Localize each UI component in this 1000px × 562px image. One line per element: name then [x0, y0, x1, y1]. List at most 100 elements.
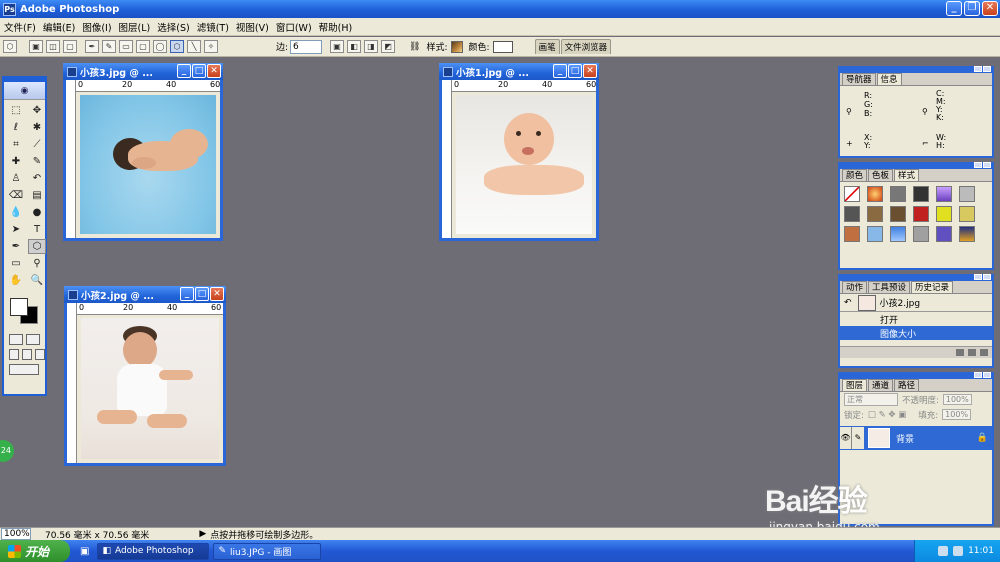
freeform-pen-icon[interactable]: ✎: [102, 40, 116, 53]
panel-minimize-icon[interactable]: [974, 162, 982, 168]
menu-edit[interactable]: 编辑(E): [43, 20, 82, 34]
tab-paths[interactable]: 路径: [894, 379, 920, 391]
hand-tool-icon[interactable]: ✋: [7, 273, 25, 288]
pen-tool-icon[interactable]: ✒: [7, 239, 25, 254]
layer-row-background[interactable]: 👁 ✎ 背景 🔒: [840, 426, 992, 450]
combine-subtract-icon[interactable]: ◧: [347, 40, 362, 53]
new-snapshot-icon[interactable]: [968, 349, 976, 356]
marquee-tool-icon[interactable]: ⬚: [7, 103, 25, 118]
menu-image[interactable]: 图像(I): [82, 20, 118, 34]
trash-icon[interactable]: [980, 349, 988, 356]
move-tool-icon[interactable]: ✥: [28, 103, 46, 118]
style-swatch[interactable]: [959, 226, 975, 242]
style-swatch[interactable]: [867, 226, 883, 242]
style-swatch[interactable]: [844, 186, 860, 202]
panel-minimize-icon[interactable]: [974, 372, 982, 378]
custom-shape-icon[interactable]: ✧: [204, 40, 218, 53]
network-icon[interactable]: [938, 546, 949, 556]
new-shape-layer-button[interactable]: ▣: [29, 40, 43, 53]
style-swatch[interactable]: [936, 206, 952, 222]
tab-info[interactable]: 信息: [876, 73, 902, 85]
style-swatch[interactable]: [450, 40, 463, 53]
zoom-tool-icon[interactable]: 🔍: [28, 273, 46, 288]
menu-filter[interactable]: 滤镜(T): [197, 20, 236, 34]
jump-to-imageready-button[interactable]: [9, 364, 39, 375]
image-canvas[interactable]: [80, 95, 216, 234]
panel-minimize-icon[interactable]: [974, 66, 982, 72]
magic-wand-icon[interactable]: ✱: [28, 120, 46, 135]
type-tool-icon[interactable]: T: [28, 222, 46, 237]
tool-preset-picker[interactable]: ⬡: [3, 40, 17, 53]
standard-mode-button[interactable]: [9, 334, 23, 345]
style-swatch[interactable]: [867, 186, 883, 202]
slice-tool-icon[interactable]: ⟋: [28, 137, 46, 152]
combine-intersect-icon[interactable]: ◨: [364, 40, 379, 53]
history-item[interactable]: 打开: [840, 312, 992, 326]
menu-window[interactable]: 窗口(W): [276, 20, 319, 34]
well-tab-brushes[interactable]: 画笔: [534, 39, 560, 54]
dodge-tool-icon[interactable]: ●: [28, 205, 46, 220]
panel-close-icon[interactable]: [983, 372, 991, 378]
doc-close-button[interactable]: ✕: [207, 64, 221, 78]
history-brush-icon[interactable]: ↶: [28, 171, 46, 186]
link-icon[interactable]: ⛓: [409, 42, 420, 52]
eyedropper-icon[interactable]: ⚲: [28, 256, 46, 271]
style-swatch[interactable]: [936, 226, 952, 242]
pen-tool-icon[interactable]: ✒: [85, 40, 99, 53]
style-swatch[interactable]: [959, 206, 975, 222]
panel-minimize-icon[interactable]: [974, 274, 982, 280]
image-canvas[interactable]: [456, 95, 592, 234]
doc-maximize-button[interactable]: □: [192, 64, 206, 78]
visibility-eye-icon[interactable]: 👁: [840, 427, 852, 449]
doc-minimize-button[interactable]: _: [180, 287, 194, 301]
close-button[interactable]: ✕: [982, 1, 998, 16]
new-document-icon[interactable]: [956, 349, 964, 356]
history-snapshot[interactable]: ↶ 小孩2.jpg: [840, 294, 992, 312]
menu-view[interactable]: 视图(V): [236, 20, 276, 34]
shape-tool-icon[interactable]: ⬡: [28, 239, 46, 254]
rounded-rect-icon[interactable]: ▢: [136, 40, 150, 53]
tab-styles[interactable]: 样式: [894, 169, 920, 181]
style-swatch[interactable]: [913, 226, 929, 242]
minimize-button[interactable]: _: [946, 1, 962, 16]
quickmask-mode-button[interactable]: [26, 334, 40, 345]
style-swatch[interactable]: [844, 226, 860, 242]
doc-minimize-button[interactable]: _: [177, 64, 191, 78]
notes-tool-icon[interactable]: ▭: [7, 256, 25, 271]
task-paint[interactable]: ✎ liu3.JPG - 画图: [213, 542, 322, 560]
well-tab-file-browser[interactable]: 文件浏览器: [560, 39, 612, 54]
gradient-tool-icon[interactable]: ▤: [28, 188, 46, 203]
floating-badge[interactable]: 24: [0, 440, 14, 462]
combine-exclude-icon[interactable]: ◩: [381, 40, 396, 53]
menu-select[interactable]: 选择(S): [157, 20, 196, 34]
doc-close-button[interactable]: ✕: [583, 64, 597, 78]
eraser-tool-icon[interactable]: ⌫: [7, 188, 25, 203]
start-button[interactable]: 开始: [0, 540, 70, 562]
history-item-selected[interactable]: 图像大小: [840, 326, 992, 340]
healing-brush-icon[interactable]: ✚: [7, 154, 25, 169]
path-select-icon[interactable]: ➤: [7, 222, 25, 237]
volume-icon[interactable]: [953, 546, 964, 556]
style-swatch[interactable]: [867, 206, 883, 222]
tab-channels[interactable]: 通道: [868, 379, 894, 391]
image-canvas[interactable]: [81, 318, 219, 459]
doc-maximize-button[interactable]: □: [195, 287, 209, 301]
document-title-bar[interactable]: 小孩3.jpg @ ... _ □ ✕: [63, 63, 223, 80]
fill-input[interactable]: 100%: [942, 409, 972, 420]
document-title-bar[interactable]: 小孩2.jpg @ ... _ □ ✕: [64, 286, 226, 303]
polygon-shape-icon[interactable]: ⬡: [170, 40, 184, 53]
tab-actions[interactable]: 动作: [842, 281, 868, 293]
document-window-child3[interactable]: 小孩3.jpg @ ... _ □ ✕ 0 20 40 60: [63, 63, 223, 241]
task-photoshop[interactable]: ◧ Adobe Photoshop: [97, 542, 210, 560]
doc-close-button[interactable]: ✕: [210, 287, 224, 301]
screen-mode-full[interactable]: [35, 349, 45, 360]
style-swatch[interactable]: [936, 186, 952, 202]
paths-button[interactable]: ◫: [46, 40, 60, 53]
tab-layers[interactable]: 图层: [842, 379, 868, 391]
line-shape-icon[interactable]: ╲: [187, 40, 201, 53]
sides-input[interactable]: 6: [290, 39, 323, 54]
style-swatch[interactable]: [844, 206, 860, 222]
foreground-color[interactable]: [10, 298, 28, 316]
document-window-child1[interactable]: 小孩1.jpg @ ... _ □ ✕ 0 20 40 60: [439, 63, 599, 241]
tab-navigator[interactable]: 导航器: [842, 73, 876, 85]
